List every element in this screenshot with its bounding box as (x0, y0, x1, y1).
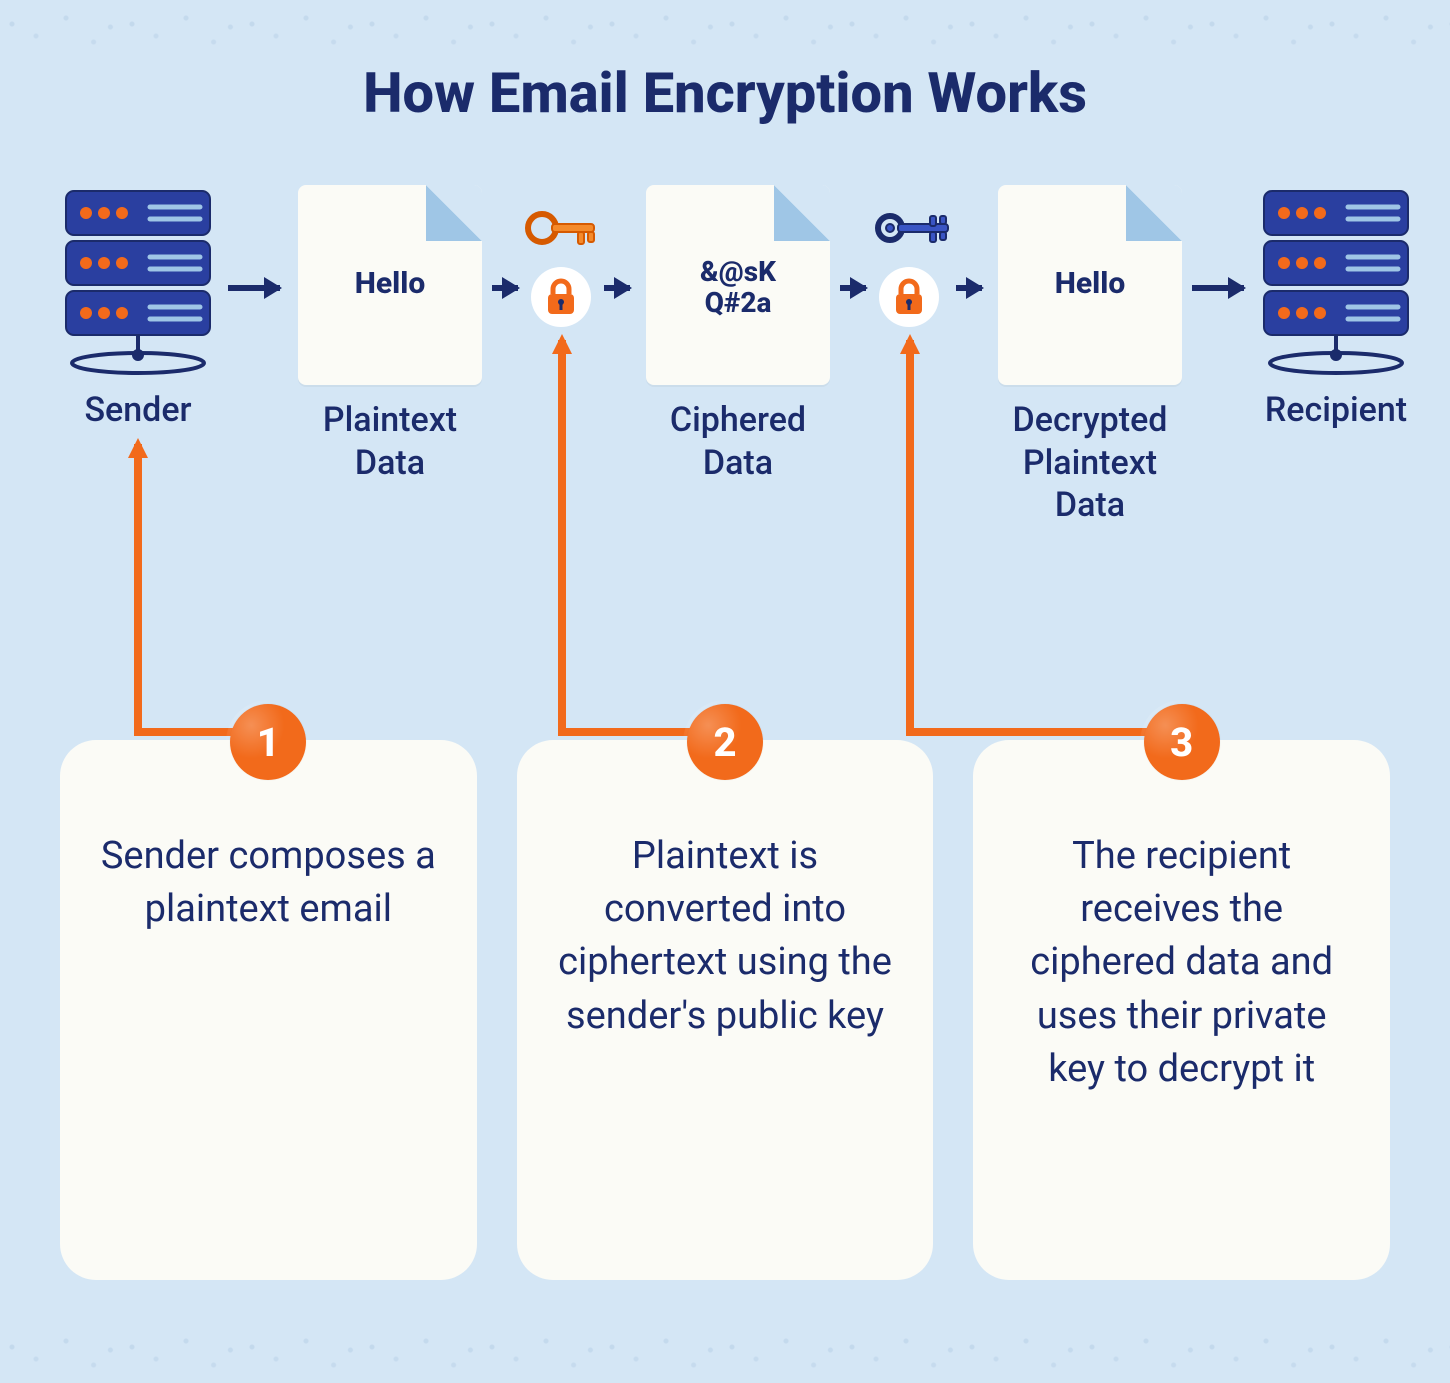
step-badge: 1 (230, 704, 306, 780)
key-icon (522, 203, 600, 253)
lock-icon (879, 267, 939, 327)
ciphered-content: &@sK Q#2a (646, 257, 830, 319)
plaintext-content: Hello (298, 267, 482, 300)
steps-row: 1 Sender composes a plaintext email 2 Pl… (60, 740, 1390, 1280)
diagram-title: How Email Encryption Works (0, 60, 1450, 126)
sender-node: Sender (60, 185, 216, 432)
key-icon (870, 203, 956, 253)
callout-connector (906, 340, 1192, 736)
step-card-2: 2 Plaintext is converted into ciphertext… (517, 740, 934, 1280)
arrow-icon (604, 285, 630, 291)
recipient-label: Recipient (1258, 389, 1414, 432)
recipient-node: Recipient (1258, 185, 1414, 432)
plaintext-node: Hello Plaintext Data (298, 185, 482, 484)
arrow-icon (492, 285, 518, 291)
step-text: Plaintext is converted into ciphertext u… (551, 830, 900, 1043)
step-badge: 3 (1144, 704, 1220, 780)
server-icon (60, 185, 216, 375)
sender-label: Sender (60, 389, 216, 432)
decrypted-content: Hello (998, 267, 1182, 300)
decrypt-station (870, 203, 948, 327)
encrypt-station (522, 203, 600, 327)
step-text: The recipient receives the ciphered data… (1007, 830, 1356, 1096)
step-card-1: 1 Sender composes a plaintext email (60, 740, 477, 1280)
arrow-icon (228, 285, 280, 291)
document-icon: Hello (298, 185, 482, 385)
arrow-icon (956, 285, 982, 291)
arrow-icon (840, 285, 866, 291)
callout-connector (134, 444, 286, 736)
plaintext-label: Plaintext Data (298, 399, 482, 484)
server-icon (1258, 185, 1414, 375)
step-badge: 2 (687, 704, 763, 780)
arrow-icon (1192, 285, 1244, 291)
lock-icon (531, 267, 591, 327)
step-card-3: 3 The recipient receives the ciphered da… (973, 740, 1390, 1280)
step-text: Sender composes a plaintext email (94, 830, 443, 936)
callout-connector (558, 340, 740, 736)
